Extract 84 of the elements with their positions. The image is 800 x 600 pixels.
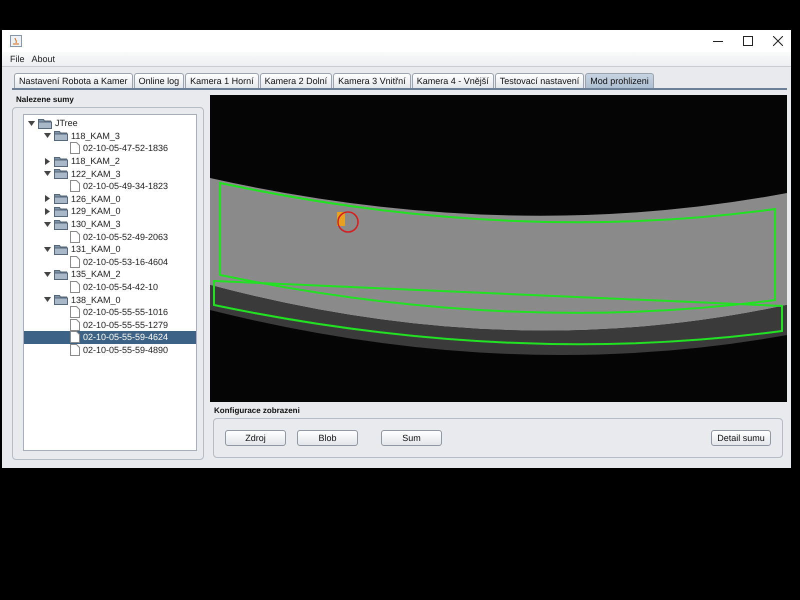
maximize-icon[interactable]	[743, 36, 753, 46]
folder-label: 122_KAM_3	[71, 168, 121, 179]
document-icon	[70, 256, 80, 268]
tree-folder-item[interactable]: 131_KAM_0	[24, 242, 196, 256]
view-mode-button[interactable]: Sum	[381, 430, 442, 446]
folder-label: 138_KAM_0	[71, 294, 121, 305]
folder-icon	[54, 130, 68, 142]
folder-icon	[38, 118, 52, 129]
document-icon	[70, 180, 80, 192]
tree-file-item[interactable]: 02-10-05-55-55-1279	[24, 318, 196, 332]
tab[interactable]: Online log	[134, 73, 184, 88]
expanded-triangle-icon[interactable]	[44, 246, 51, 253]
tree-folder-item[interactable]: 118_KAM_3	[24, 130, 196, 142]
document-icon	[70, 318, 80, 331]
file-label: 02-10-05-49-34-1823	[83, 181, 168, 192]
tree-file-item[interactable]: 02-10-05-55-59-4890	[24, 344, 196, 356]
file-label: 02-10-05-55-59-4624	[83, 332, 168, 342]
folder-icon	[54, 168, 68, 180]
document-icon	[70, 281, 80, 294]
tree-file-item[interactable]: 02-10-05-55-59-4624	[24, 331, 196, 344]
close-icon[interactable]	[773, 36, 783, 46]
file-label: 02-10-05-52-49-2063	[83, 232, 168, 242]
folder-label: 118_KAM_2	[71, 156, 120, 166]
file-label: 02-10-05-55-55-1279	[83, 320, 168, 330]
folder-icon	[54, 244, 68, 255]
folder-label: 131_KAM_0	[71, 244, 121, 254]
tree-file-item[interactable]: 02-10-05-54-42-10	[24, 280, 196, 294]
folder-icon	[54, 268, 68, 280]
expanded-triangle-icon[interactable]	[44, 220, 51, 228]
tab[interactable]: Testovací nastavení	[494, 73, 584, 88]
tab[interactable]: Kamera 1 Horní	[185, 73, 259, 88]
detail-button[interactable]: Detail sumu	[711, 430, 771, 446]
collapsed-triangle-icon[interactable]	[44, 158, 51, 165]
expanded-triangle-icon[interactable]	[28, 120, 35, 127]
document-icon	[70, 306, 80, 318]
folder-label: 129_KAM_0	[71, 206, 121, 216]
tree-folder-item[interactable]: 135_KAM_2	[24, 268, 196, 281]
app-icon	[10, 35, 22, 47]
panel-title: Nalezene sumy	[15, 95, 75, 106]
file-label: 02-10-05-55-55-1016	[83, 307, 168, 318]
expanded-triangle-icon[interactable]	[44, 132, 51, 140]
panel-title: Konfigurace zobrazeni	[213, 405, 301, 417]
tree-folder-item[interactable]: 129_KAM_0	[24, 205, 196, 218]
view-mode-button[interactable]: Blob	[297, 430, 358, 446]
menu-item[interactable]: About	[32, 54, 56, 64]
document-icon	[70, 344, 80, 356]
tree-folder-item[interactable]: 118_KAM_2	[24, 154, 196, 168]
view-mode-button[interactable]: Zdroj	[225, 430, 286, 446]
tree-file-item[interactable]: 02-10-05-47-52-1836	[24, 142, 196, 155]
folder-icon	[54, 218, 68, 230]
document-icon	[70, 142, 80, 154]
tree-file-item[interactable]: 02-10-05-53-16-4604	[24, 256, 196, 268]
folder-label: 126_KAM_0	[71, 194, 121, 204]
folder-label: 135_KAM_2	[71, 269, 121, 280]
tree-file-item[interactable]: 02-10-05-49-34-1823	[24, 180, 196, 193]
tree-folder-item[interactable]: 130_KAM_3	[24, 218, 196, 230]
file-label: 02-10-05-55-59-4890	[83, 344, 168, 355]
folder-icon	[54, 206, 68, 217]
tab[interactable]: Mod prohlizeni	[585, 73, 654, 88]
folder-label: JTree	[55, 118, 78, 128]
folder-label: 130_KAM_3	[71, 219, 121, 230]
tab[interactable]: Kamera 2 Dolní	[260, 73, 332, 88]
document-icon	[70, 230, 80, 243]
expanded-triangle-icon[interactable]	[44, 296, 51, 304]
tree-folder-item[interactable]: 126_KAM_0	[24, 192, 196, 206]
expanded-triangle-icon[interactable]	[44, 270, 51, 278]
file-label: 02-10-05-47-52-1836	[83, 143, 168, 154]
expanded-triangle-icon[interactable]	[44, 170, 51, 178]
folder-icon	[54, 193, 68, 204]
tree-folder-item[interactable]: JTree	[24, 117, 196, 130]
tab[interactable]: Kamera 3 Vnitřní	[333, 73, 411, 88]
tab[interactable]: Nastavení Robota a Kamer	[14, 73, 133, 88]
file-label: 02-10-05-54-42-10	[83, 282, 158, 292]
document-icon	[70, 331, 80, 344]
tree-file-item[interactable]: 02-10-05-52-49-2063	[24, 230, 196, 243]
tree-file-item[interactable]: 02-10-05-55-55-1016	[24, 306, 196, 318]
folder-icon	[54, 156, 68, 167]
tree-folder-item[interactable]: 122_KAM_3	[24, 167, 196, 180]
menu-item[interactable]: File	[10, 54, 25, 64]
tab[interactable]: Kamera 4 - Vnější	[412, 73, 494, 88]
tree-folder-item[interactable]: 138_KAM_0	[24, 293, 196, 306]
file-label: 02-10-05-53-16-4604	[83, 256, 168, 267]
folder-label: 118_KAM_3	[71, 130, 120, 141]
folder-icon	[54, 294, 68, 306]
